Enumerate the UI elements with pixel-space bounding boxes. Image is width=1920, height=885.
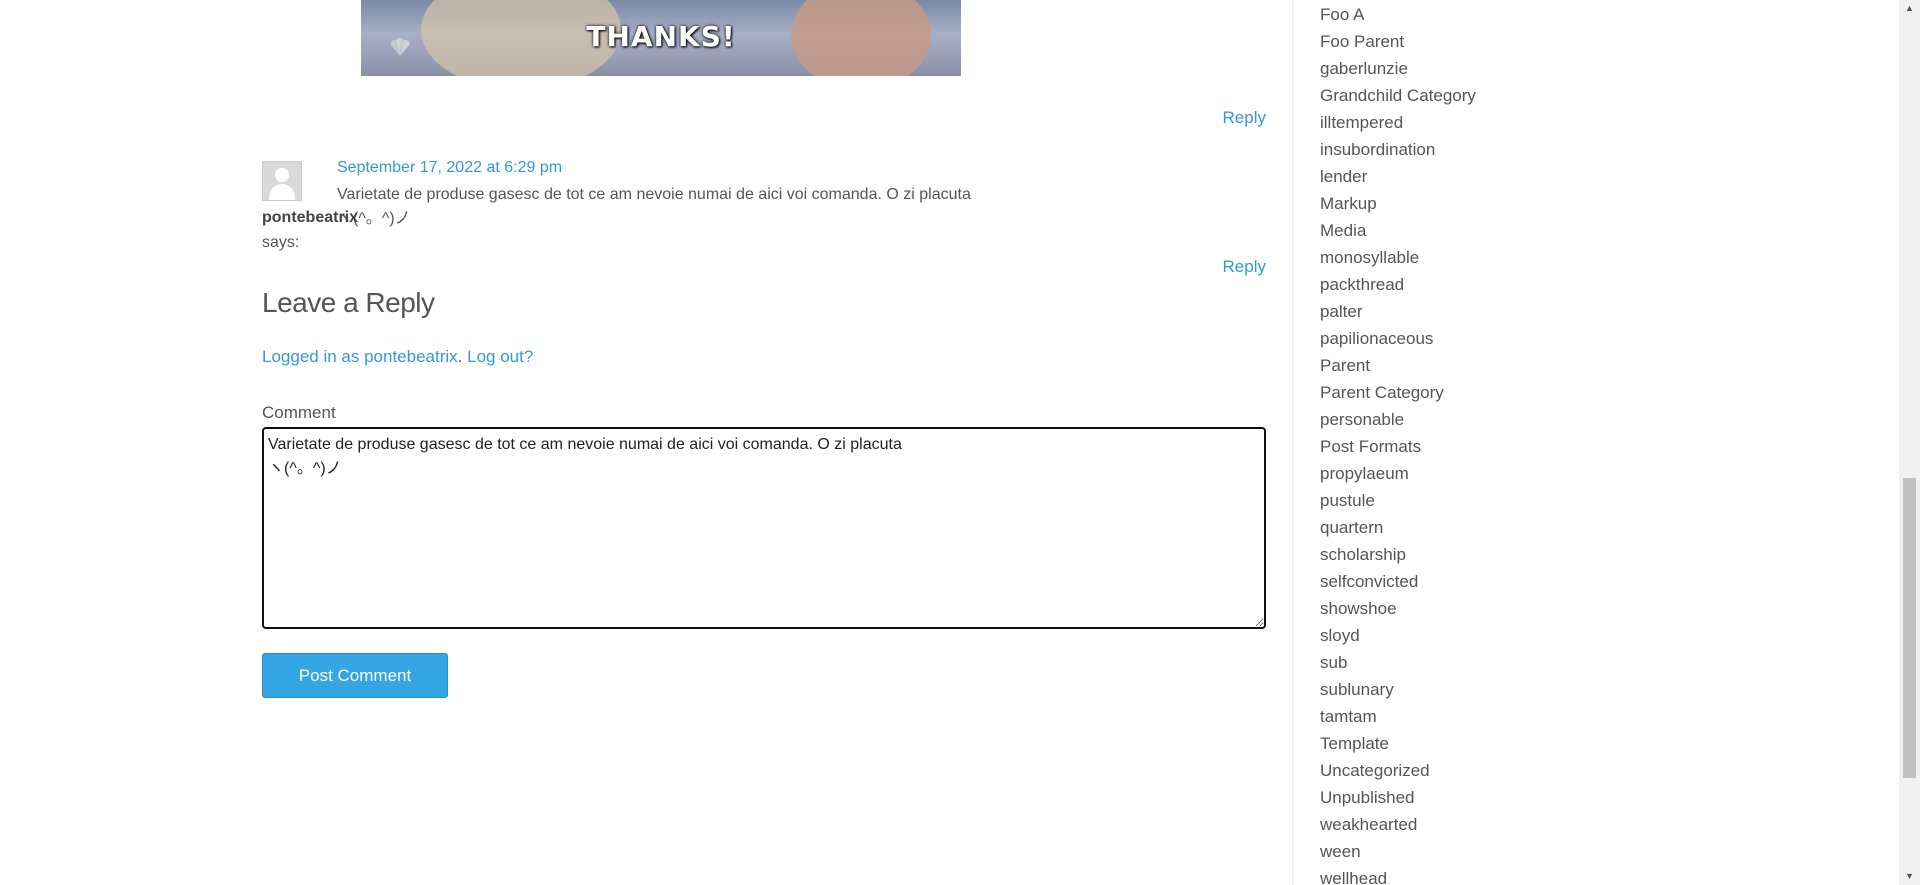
sidebar-category-link[interactable]: sub <box>1320 649 1780 676</box>
sidebar-category-link[interactable]: papilionaceous <box>1320 325 1780 352</box>
avatar <box>262 161 302 201</box>
sidebar-category-link[interactable]: Parent Category <box>1320 379 1780 406</box>
sidebar: Foo A Foo Parent gaberlunzie Grandchild Cat… <box>1320 0 1780 885</box>
sidebar-category-link[interactable]: Markup <box>1320 190 1780 217</box>
scrollbar-thumb[interactable] <box>1903 478 1916 778</box>
reply-link[interactable]: Reply <box>1223 257 1266 277</box>
sidebar-category-link[interactable]: quartern <box>1320 514 1780 541</box>
sidebar-category-link[interactable]: Foo Parent <box>1320 28 1780 55</box>
comment-author: pontebeatrix <box>262 209 359 226</box>
sidebar-category-link[interactable]: showshoe <box>1320 595 1780 622</box>
sidebar-category-link[interactable]: illtempered <box>1320 109 1780 136</box>
sidebar-category-link[interactable]: Media <box>1320 217 1780 244</box>
logged-in-user-link[interactable]: Logged in as pontebeatrix <box>262 347 458 366</box>
sidebar-category-link[interactable]: sloyd <box>1320 622 1780 649</box>
comment: September 17, 2022 at 6:29 pm Varietate … <box>262 159 1266 259</box>
sidebar-category-link[interactable]: weakhearted <box>1320 811 1780 838</box>
scroll-down-arrow-icon[interactable]: ▼ <box>1899 868 1920 885</box>
sidebar-category-link[interactable]: gaberlunzie <box>1320 55 1780 82</box>
sidebar-category-link[interactable]: personable <box>1320 406 1780 433</box>
page: THANKS! Reply September 17, 2022 at 6:29… <box>0 0 1920 885</box>
sidebar-category-link[interactable]: pustule <box>1320 487 1780 514</box>
main-content: THANKS! Reply September 17, 2022 at 6:29… <box>262 0 1266 885</box>
sidebar-category-link[interactable]: Template <box>1320 730 1780 757</box>
sidebar-category-link[interactable]: selfconvicted <box>1320 568 1780 595</box>
sidebar-divider <box>1292 0 1293 885</box>
sidebar-category-link[interactable]: tamtam <box>1320 703 1780 730</box>
avatar-head-shape <box>275 168 289 182</box>
sidebar-category-link[interactable]: Grandchild Category <box>1320 82 1780 109</box>
sidebar-category-link[interactable]: insubordination <box>1320 136 1780 163</box>
sidebar-category-link[interactable]: propylaeum <box>1320 460 1780 487</box>
scroll-up-arrow-icon[interactable]: ▲ <box>1899 0 1920 17</box>
sidebar-category-link[interactable]: packthread <box>1320 271 1780 298</box>
logged-in-separator: . <box>457 347 463 366</box>
logout-link[interactable]: Log out? <box>467 347 533 366</box>
sidebar-category-link[interactable]: monosyllable <box>1320 244 1780 271</box>
category-list: Foo A Foo Parent gaberlunzie Grandchild Cat… <box>1320 1 1780 885</box>
page-scrollbar[interactable]: ▲ ▼ <box>1899 0 1920 885</box>
sidebar-category-link[interactable]: Post Formats <box>1320 433 1780 460</box>
sidebar-category-link[interactable]: Parent <box>1320 352 1780 379</box>
sidebar-category-link[interactable]: palter <box>1320 298 1780 325</box>
comment-says-label: says: <box>262 234 300 251</box>
comment-date-link[interactable]: September 17, 2022 at 6:29 pm <box>337 159 562 177</box>
sidebar-category-link[interactable]: lender <box>1320 163 1780 190</box>
comment-textarea[interactable] <box>262 427 1266 629</box>
comment-text: Varietate de produse gasesc de tot ce am… <box>337 186 971 227</box>
comment-field-label: Comment <box>262 403 336 422</box>
avatar-body-shape <box>269 184 295 200</box>
logged-in-info: Logged in as pontebeatrix. Log out? <box>262 347 533 367</box>
sidebar-category-link[interactable]: wellhead <box>1320 865 1780 885</box>
leave-reply-heading: Leave a Reply <box>262 287 435 318</box>
sidebar-category-link[interactable]: Unpublished <box>1320 784 1780 811</box>
gif-caption: THANKS! <box>586 20 736 53</box>
thanks-gif-image: THANKS! <box>361 0 961 76</box>
sidebar-category-link[interactable]: Foo A <box>1320 1 1780 28</box>
sidebar-category-link[interactable]: ween <box>1320 838 1780 865</box>
sidebar-category-link[interactable]: sublunary <box>1320 676 1780 703</box>
reply-link[interactable]: Reply <box>1223 108 1266 128</box>
sidebar-category-link[interactable]: Uncategorized <box>1320 757 1780 784</box>
post-comment-button[interactable]: Post Comment <box>262 653 448 698</box>
sidebar-category-link[interactable]: scholarship <box>1320 541 1780 568</box>
